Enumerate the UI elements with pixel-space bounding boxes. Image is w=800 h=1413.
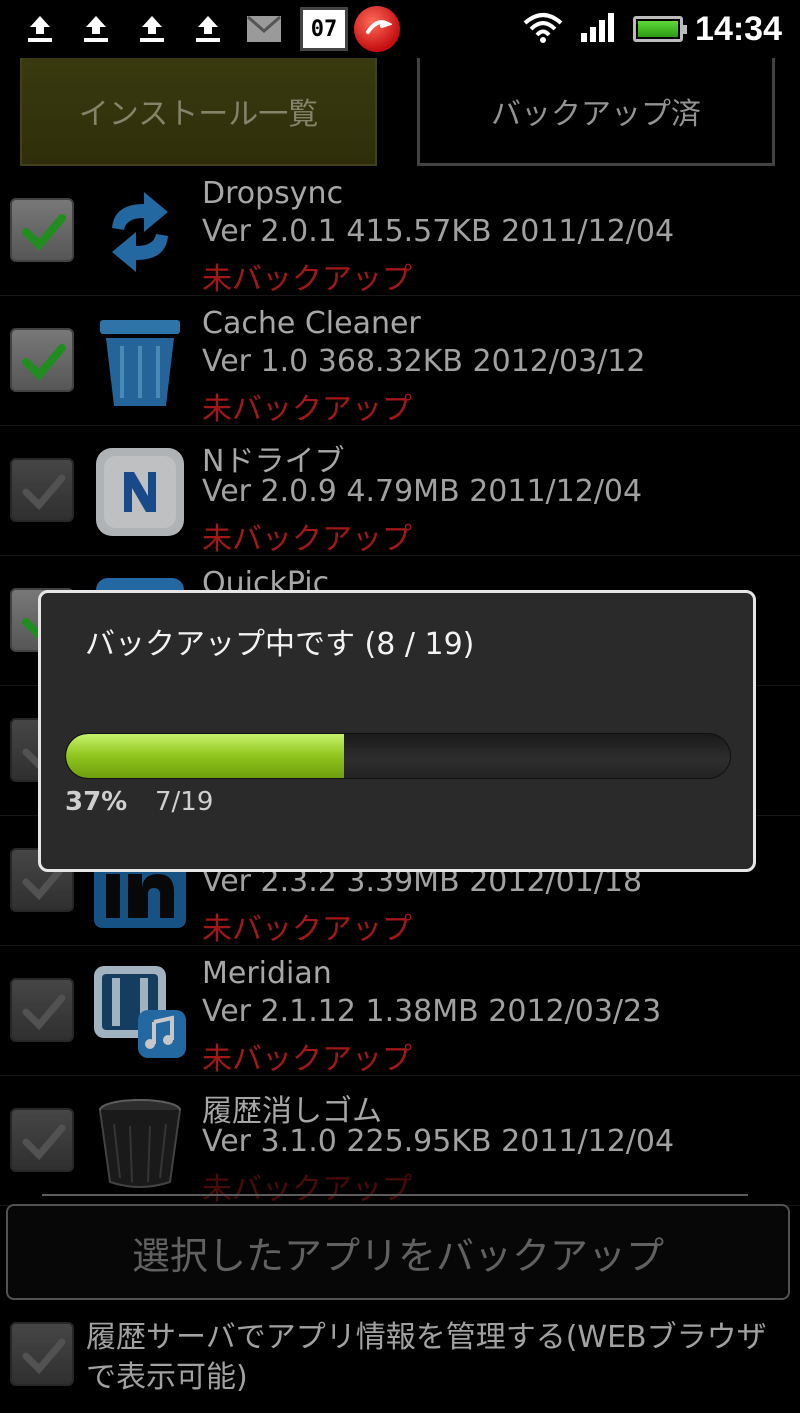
signal-icon	[579, 11, 619, 47]
progress-bar	[65, 733, 731, 779]
wifi-icon	[523, 11, 563, 47]
upload-icon	[132, 9, 172, 49]
mail-icon	[244, 9, 284, 49]
dialog-title: バックアップ中です (8 / 19)	[85, 627, 475, 662]
backup-progress-dialog: バックアップ中です (8 / 19) 37% 7/19	[38, 590, 756, 872]
progress-percent: 37%	[65, 787, 128, 817]
status-bar: 07 14:34	[0, 0, 800, 58]
progress-fill	[66, 734, 344, 778]
progress-count: 7/19	[155, 787, 214, 817]
calendar-icon: 07	[300, 7, 348, 51]
calendar-day: 07	[310, 16, 338, 42]
trend-micro-icon	[354, 6, 400, 52]
upload-icon	[188, 9, 228, 49]
upload-icon	[76, 9, 116, 49]
battery-icon	[633, 16, 688, 42]
upload-icon	[20, 9, 60, 49]
status-time: 14:34	[695, 9, 782, 48]
